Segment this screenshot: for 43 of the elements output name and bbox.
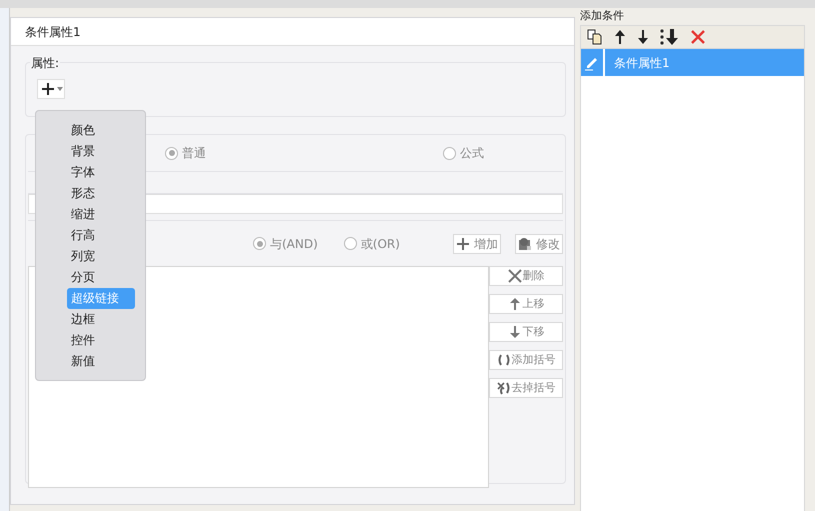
menu-item[interactable]: 缩进 [67, 204, 136, 225]
menu-item[interactable]: 分页 [67, 267, 136, 288]
down-arrow-icon[interactable] [637, 30, 649, 44]
menu-item[interactable]: 行高 [67, 225, 136, 246]
down-arrow-icon [508, 325, 522, 339]
move-bottom-icon[interactable] [660, 29, 680, 45]
copy-icon[interactable] [587, 29, 603, 45]
remove-parentheses-icon [496, 381, 510, 395]
plus-icon [40, 81, 56, 97]
radio-option[interactable]: 普通 [165, 144, 206, 162]
panel-header: 添加条件 [580, 8, 624, 24]
edit-button[interactable]: 修改 [515, 234, 563, 254]
cross-icon [508, 269, 522, 283]
parentheses-icon [496, 353, 510, 367]
radio-option[interactable]: 或(OR) [344, 234, 400, 252]
gear-icon [518, 236, 532, 250]
add-attribute-button[interactable] [37, 79, 65, 99]
side-button[interactable]: 上移 [489, 294, 563, 314]
up-arrow-icon[interactable] [614, 30, 626, 44]
menu-item[interactable]: 颜色 [67, 120, 136, 141]
radio-option[interactable]: 公式 [443, 144, 484, 162]
menu-item[interactable]: 背景 [67, 141, 136, 162]
menu-item[interactable]: 新值 [67, 351, 136, 372]
menu-item[interactable]: 列宽 [67, 246, 136, 267]
menu-item[interactable]: 边框 [67, 309, 136, 330]
dialog-title: 条件属性1 [11, 18, 574, 46]
menu-item[interactable]: 形态 [67, 183, 136, 204]
close-icon[interactable] [691, 30, 705, 44]
attribute-legend: 属性: [30, 54, 60, 72]
menu-item[interactable]: 控件 [67, 330, 136, 351]
up-arrow-icon [508, 297, 522, 311]
add-button[interactable]: 增加 [453, 234, 501, 254]
item-label: 条件属性1 [614, 54, 670, 72]
radio-option[interactable]: 与(AND) [253, 234, 318, 252]
caret-icon [56, 87, 62, 91]
side-button[interactable]: 添加括号 [489, 350, 563, 370]
menu-item[interactable]: 超级链接 [67, 288, 135, 309]
side-button[interactable]: 去掉括号 [489, 378, 563, 398]
list-item[interactable]: 条件属性1 [581, 49, 804, 76]
plus-icon [456, 236, 470, 250]
side-button[interactable]: 删除 [489, 266, 563, 286]
side-button[interactable]: 下移 [489, 322, 563, 342]
menu-item[interactable]: 字体 [67, 162, 136, 183]
